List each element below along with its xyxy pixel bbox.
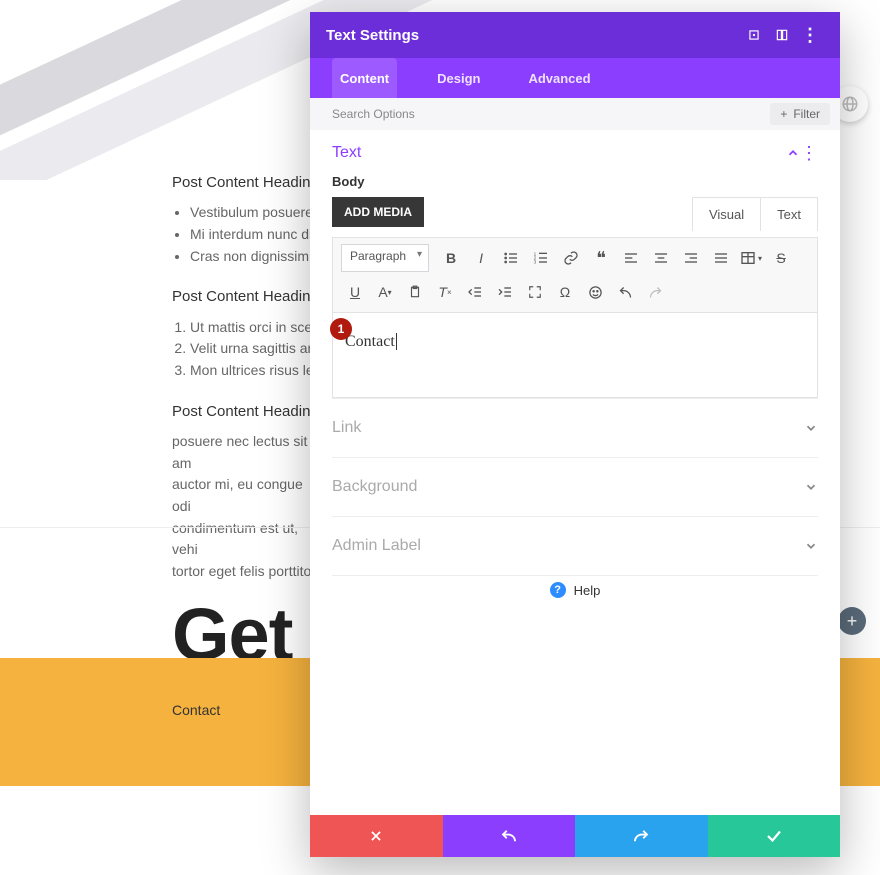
outdent-icon[interactable] bbox=[461, 278, 489, 306]
modal-titlebar[interactable]: Text Settings ⋮ bbox=[310, 12, 840, 58]
align-center-icon[interactable] bbox=[647, 244, 675, 272]
chevron-down-icon bbox=[804, 421, 818, 435]
snap-icon[interactable] bbox=[768, 21, 796, 49]
text-settings-modal: Text Settings ⋮ Content Design Advanced … bbox=[310, 12, 840, 857]
table-icon[interactable]: ▾ bbox=[737, 244, 765, 272]
undo-icon[interactable] bbox=[611, 278, 639, 306]
redo-icon[interactable] bbox=[641, 278, 669, 306]
undo-button[interactable] bbox=[443, 815, 576, 857]
fullscreen-icon[interactable] bbox=[521, 278, 549, 306]
italic-icon[interactable]: I bbox=[467, 244, 495, 272]
chevron-down-icon bbox=[804, 480, 818, 494]
cancel-button[interactable] bbox=[310, 815, 443, 857]
strikethrough-icon[interactable]: S bbox=[767, 244, 795, 272]
svg-text:3: 3 bbox=[534, 259, 537, 264]
redo-button[interactable] bbox=[575, 815, 708, 857]
help-label: Help bbox=[574, 583, 601, 598]
editor-tab-visual[interactable]: Visual bbox=[693, 198, 760, 231]
text-color-icon[interactable]: A▾ bbox=[371, 278, 399, 306]
add-media-button[interactable]: ADD MEDIA bbox=[332, 197, 424, 227]
align-left-icon[interactable] bbox=[617, 244, 645, 272]
help-row[interactable]: ? Help bbox=[332, 575, 818, 604]
chevron-down-icon bbox=[804, 539, 818, 553]
emoji-icon[interactable] bbox=[581, 278, 609, 306]
numbered-list-icon[interactable]: 123 bbox=[527, 244, 555, 272]
underline-icon[interactable]: U bbox=[341, 278, 369, 306]
plus-icon: + bbox=[780, 107, 787, 121]
special-char-icon[interactable]: Ω bbox=[551, 278, 579, 306]
search-options-input[interactable]: Search Options bbox=[332, 107, 415, 121]
paste-icon[interactable] bbox=[401, 278, 429, 306]
expand-icon[interactable] bbox=[740, 21, 768, 49]
chevron-up-icon[interactable] bbox=[786, 146, 800, 160]
contact-section-text: Contact bbox=[172, 702, 220, 718]
section-title: Text bbox=[332, 144, 361, 162]
text-section-header[interactable]: Text ⋮ bbox=[332, 144, 818, 162]
bulleted-list-icon[interactable] bbox=[497, 244, 525, 272]
tab-design[interactable]: Design bbox=[429, 58, 488, 98]
link-icon[interactable] bbox=[557, 244, 585, 272]
modal-action-bar bbox=[310, 815, 840, 857]
tab-content[interactable]: Content bbox=[332, 58, 397, 98]
body-label: Body bbox=[332, 174, 818, 189]
section-kebab-icon[interactable]: ⋮ bbox=[800, 144, 818, 162]
add-section-button[interactable]: + bbox=[838, 607, 866, 635]
indent-icon[interactable] bbox=[491, 278, 519, 306]
modal-body: Text ⋮ Body ADD MEDIA Visual Text Paragr… bbox=[310, 130, 840, 815]
tab-advanced[interactable]: Advanced bbox=[520, 58, 598, 98]
filter-row: Search Options + Filter bbox=[310, 98, 840, 130]
blockquote-icon[interactable]: ❝ bbox=[587, 244, 615, 272]
filter-button[interactable]: + Filter bbox=[770, 103, 830, 125]
step-badge-1: 1 bbox=[330, 318, 352, 340]
editor-tab-text[interactable]: Text bbox=[760, 198, 817, 231]
editor-text: Contact bbox=[345, 333, 397, 350]
align-justify-icon[interactable] bbox=[707, 244, 735, 272]
editor-toolbar: Paragraph B I 123 ❝ ▾ S U A▾ T× bbox=[332, 237, 818, 313]
save-button[interactable] bbox=[708, 815, 841, 857]
clear-format-icon[interactable]: T× bbox=[431, 278, 459, 306]
modal-title: Text Settings bbox=[326, 27, 419, 44]
accordion-background[interactable]: Background bbox=[332, 457, 818, 516]
editor-mode-tabs: Visual Text bbox=[692, 197, 818, 231]
align-right-icon[interactable] bbox=[677, 244, 705, 272]
help-icon: ? bbox=[550, 582, 566, 598]
kebab-icon[interactable]: ⋮ bbox=[796, 21, 824, 49]
accordion-admin-label[interactable]: Admin Label bbox=[332, 516, 818, 575]
modal-tabs: Content Design Advanced bbox=[310, 58, 840, 98]
accordion-link[interactable]: Link bbox=[332, 398, 818, 457]
format-select[interactable]: Paragraph bbox=[341, 244, 429, 272]
editor-content-area[interactable]: 1 Contact bbox=[332, 313, 818, 398]
bold-icon[interactable]: B bbox=[437, 244, 465, 272]
filter-label: Filter bbox=[793, 107, 820, 121]
